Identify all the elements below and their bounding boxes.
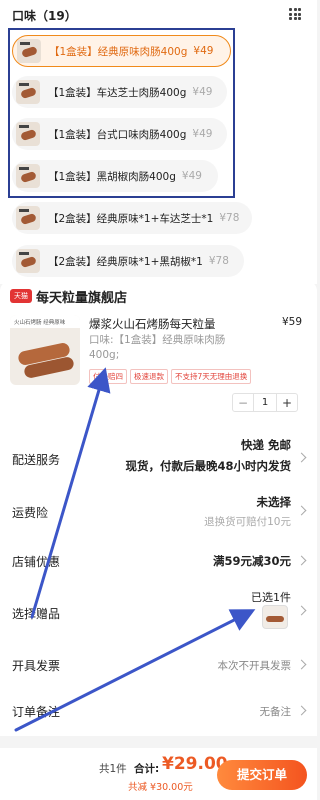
discount-label: 店铺优惠 — [12, 555, 61, 569]
flavor-option[interactable]: 【2盒装】经典原味*1+车达芝士*1 ¥78 — [12, 202, 252, 234]
delivery-method[interactable]: 快递 免邮 — [241, 437, 291, 453]
product-image-caption: 火山石烤肠 经典原味 — [14, 320, 66, 326]
insurance-status[interactable]: 未选择 — [257, 494, 292, 510]
increase-button[interactable]: + — [277, 396, 297, 410]
total-label: 合计: — [134, 763, 160, 775]
note-value[interactable]: 无备注 — [260, 704, 292, 719]
discount-value[interactable]: 满59元减30元 — [213, 553, 291, 569]
flavor-option-price: ¥78 — [208, 255, 229, 267]
flavor-header: 口味（19） — [12, 7, 77, 24]
insurance-label: 运费险 — [12, 506, 49, 520]
sausage-thumbnail-icon — [16, 206, 40, 230]
gift-label: 选择赠品 — [12, 607, 61, 621]
service-tag: 极速退款 — [130, 369, 168, 384]
insurance-desc: 退换货可赔付10元 — [204, 516, 291, 528]
flavor-title: 口味（19） — [12, 9, 77, 23]
flavor-option[interactable]: 【2盒装】经典原味*1+黑胡椒*1 ¥78 — [12, 245, 244, 277]
delivery-time: 现货，付款后最晚48小时内发货 — [125, 459, 291, 473]
gift-image[interactable] — [262, 605, 288, 629]
decrease-button[interactable]: − — [233, 396, 253, 410]
product-title[interactable]: 爆浆火山石烤肠每天粒量 — [89, 316, 216, 332]
flavor-option-price: ¥78 — [219, 212, 240, 224]
total-discount: 共减 ¥30.00元 — [128, 782, 193, 793]
annotation-highlight-box — [8, 28, 235, 198]
service-tags: 付一赔四 极速退款 不支持7天无理由退换 — [89, 369, 254, 384]
quantity-value[interactable]: 1 — [253, 394, 277, 411]
product-price: ¥59 — [282, 316, 303, 328]
tmall-badge: 天猫 — [10, 289, 32, 303]
delivery-label: 配送服务 — [12, 453, 61, 467]
gift-value[interactable]: 已选1件 — [251, 589, 291, 605]
product-image[interactable]: 火山石烤肠 经典原味 — [10, 315, 80, 385]
quantity-stepper: − 1 + — [232, 393, 298, 412]
item-count: 共1件 — [99, 763, 127, 775]
shop-name[interactable]: 每天粒量旗舰店 — [36, 287, 127, 306]
note-label: 订单备注 — [12, 705, 61, 719]
grid-icon[interactable] — [289, 8, 301, 20]
flavor-panel: 口味（19） 【1盒装】经典原味肉肠400g ¥49 【1盒装】车达芝士肉肠40… — [0, 0, 317, 284]
sausage-thumbnail-icon — [16, 249, 40, 273]
service-tag: 不支持7天无理由退换 — [171, 369, 252, 384]
submit-order-button[interactable]: 提交订单 — [217, 760, 307, 790]
invoice-value[interactable]: 本次不开具发票 — [218, 658, 292, 673]
flavor-option-label: 【2盒装】经典原味*1+车达芝士*1 — [48, 212, 214, 225]
product-spec[interactable]: 口味:【1盒装】经典原味肉肠400g; — [89, 333, 239, 363]
checkout-bar: 共1件 合计: ¥29.00 共减 ¥30.00元 提交订单 — [0, 748, 317, 800]
invoice-label: 开具发票 — [12, 659, 61, 673]
flavor-option-label: 【2盒装】经典原味*1+黑胡椒*1 — [48, 255, 203, 268]
service-tag: 付一赔四 — [89, 369, 127, 384]
